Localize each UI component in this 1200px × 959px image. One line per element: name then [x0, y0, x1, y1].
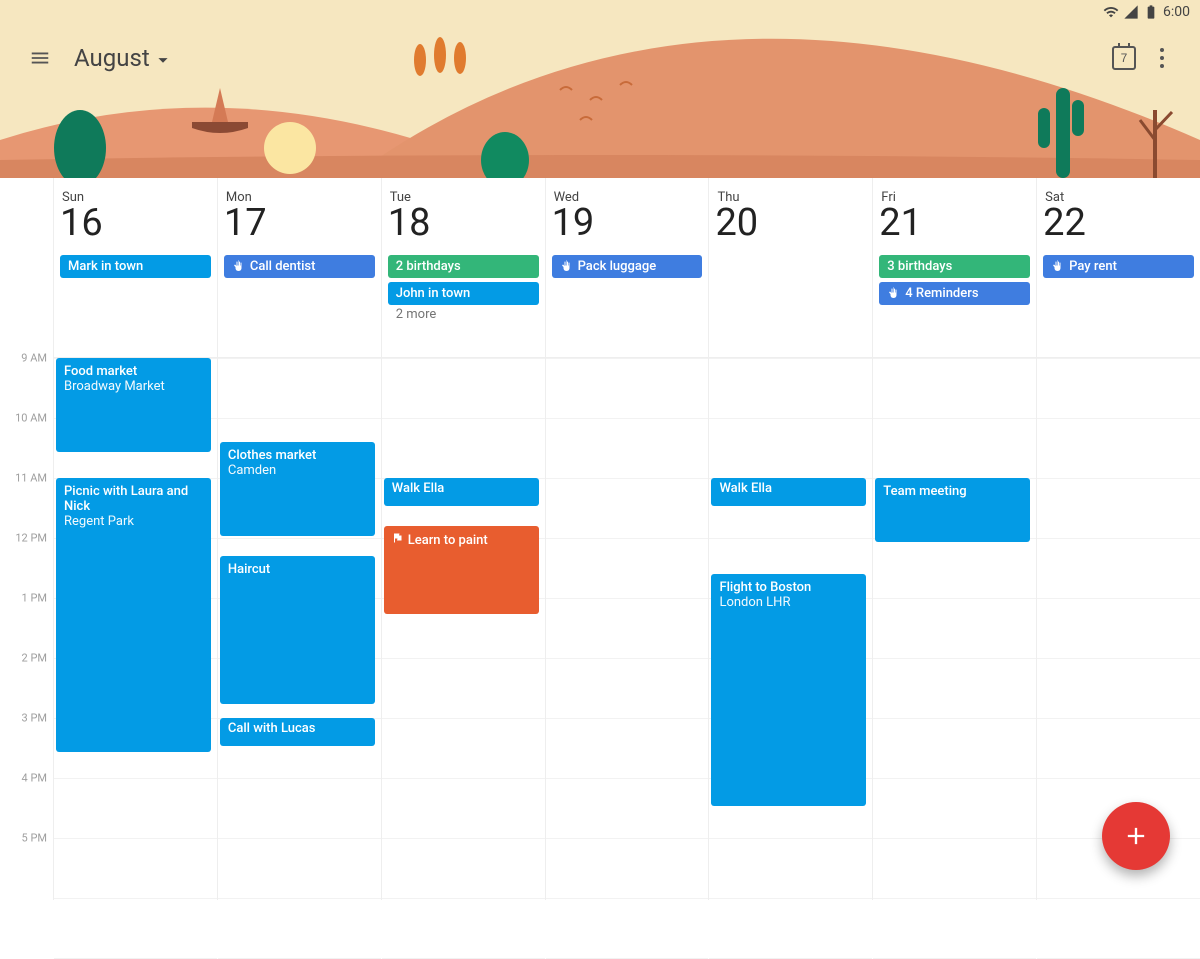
day-column: Wed19Pack luggage [546, 178, 710, 900]
allday-area: Sun16Mark in town [54, 178, 217, 358]
calendar-event[interactable]: Clothes marketCamden [220, 442, 375, 536]
create-event-fab[interactable] [1102, 802, 1170, 870]
hamburger-icon [29, 47, 51, 69]
allday-area: Sat22Pay rent [1037, 178, 1200, 358]
time-label: 3 PM [22, 712, 47, 725]
calendar-event[interactable]: Walk Ella [711, 478, 866, 506]
timed-area[interactable]: Walk Ella Flight to BostonLondon LHR [709, 358, 872, 900]
allday-event-chip[interactable]: Pay rent [1043, 255, 1194, 278]
timed-area[interactable]: Food marketBroadway Market Picnic with La… [54, 358, 217, 900]
day-column: Thu20 Walk Ella Flight to BostonLondon LHR [709, 178, 873, 900]
day-number[interactable]: 20 [715, 203, 866, 245]
calendar-event[interactable]: Picnic with Laura and NickRegent Park [56, 478, 211, 752]
kebab-icon [1160, 46, 1164, 70]
overflow-menu-button[interactable] [1144, 38, 1180, 78]
time-label: 12 PM [15, 532, 47, 545]
calendar-event[interactable]: Learn to paint [384, 526, 539, 614]
plus-icon [1122, 822, 1150, 850]
time-label: 11 AM [15, 472, 47, 485]
week-grid: 9 AM10 AM11 AM12 PM1 PM2 PM3 PM4 PM5 PM … [0, 178, 1200, 900]
time-gutter: 9 AM 10 AM 11 AM 12 PM 1 PM 2 PM 3 PM 4 PM 5 PM [0, 178, 54, 900]
allday-event-chip[interactable]: 2 birthdays [388, 255, 539, 278]
day-column: Mon17Call dentistClothes marketCamdenHai… [218, 178, 382, 900]
header: August 7 [0, 0, 1200, 178]
allday-area: Thu20 [709, 178, 872, 358]
allday-event-chip[interactable]: Mark in town [60, 255, 211, 278]
time-label: 9 AM [21, 352, 47, 365]
allday-area: Mon17Call dentist [218, 178, 381, 358]
wifi-icon [1103, 4, 1119, 20]
status-bar: 6:00 [1103, 0, 1190, 24]
allday-event-chip[interactable]: Call dentist [224, 255, 375, 278]
allday-area: Wed19Pack luggage [546, 178, 709, 358]
calendar-event[interactable]: Call with Lucas [220, 718, 375, 746]
time-label: 10 AM [15, 412, 47, 425]
allday-area: Tue182 birthdaysJohn in town2 more [382, 178, 545, 358]
allday-event-chip[interactable]: 4 Reminders [879, 282, 1030, 305]
day-number[interactable]: 16 [60, 203, 211, 245]
day-number[interactable]: 18 [388, 203, 539, 245]
day-column: Fri213 birthdays4 RemindersTeam meeting [873, 178, 1037, 900]
calendar-event[interactable]: Team meeting [875, 478, 1030, 542]
time-label: 5 PM [22, 832, 47, 845]
calendar-event[interactable]: Walk Ella [384, 478, 539, 506]
allday-event-chip[interactable]: 3 birthdays [879, 255, 1030, 278]
day-number[interactable]: 21 [879, 203, 1030, 245]
day-column: Tue182 birthdaysJohn in town2 moreWalk E… [382, 178, 546, 900]
hamburger-menu-button[interactable] [20, 38, 60, 78]
calendar-event[interactable]: Flight to BostonLondon LHR [711, 574, 866, 806]
toolbar: August 7 [0, 30, 1200, 86]
day-number[interactable]: 22 [1043, 203, 1194, 245]
cell-signal-icon [1123, 4, 1139, 20]
timed-area[interactable]: Team meeting [873, 358, 1036, 900]
battery-icon [1143, 4, 1159, 20]
month-label: August [74, 44, 150, 72]
timed-area[interactable] [546, 358, 709, 900]
month-dropdown[interactable]: August [74, 44, 174, 72]
header-illustration [0, 0, 1200, 178]
calendar-event[interactable]: Haircut [220, 556, 375, 704]
timed-area[interactable]: Walk Ella Learn to paint [382, 358, 545, 900]
calendar-event[interactable]: Food marketBroadway Market [56, 358, 211, 452]
time-label: 1 PM [22, 592, 47, 605]
more-events-link[interactable]: 2 more [388, 305, 539, 324]
allday-event-chip[interactable]: John in town [388, 282, 539, 305]
time-label: 2 PM [22, 652, 47, 665]
today-button[interactable]: 7 [1104, 38, 1144, 78]
status-time: 6:00 [1163, 4, 1190, 20]
day-number[interactable]: 17 [224, 203, 375, 245]
day-column: Sat22Pay rent [1037, 178, 1200, 900]
allday-area: Fri213 birthdays4 Reminders [873, 178, 1036, 358]
chevron-down-icon [152, 49, 174, 71]
day-number[interactable]: 19 [552, 203, 703, 245]
day-column: Sun16Mark in townFood marketBroadway Mar… [54, 178, 218, 900]
time-label: 4 PM [22, 772, 47, 785]
timed-area[interactable]: Clothes marketCamden Haircut Call with Luc… [218, 358, 381, 900]
calendar-today-icon: 7 [1112, 46, 1136, 70]
allday-event-chip[interactable]: Pack luggage [552, 255, 703, 278]
